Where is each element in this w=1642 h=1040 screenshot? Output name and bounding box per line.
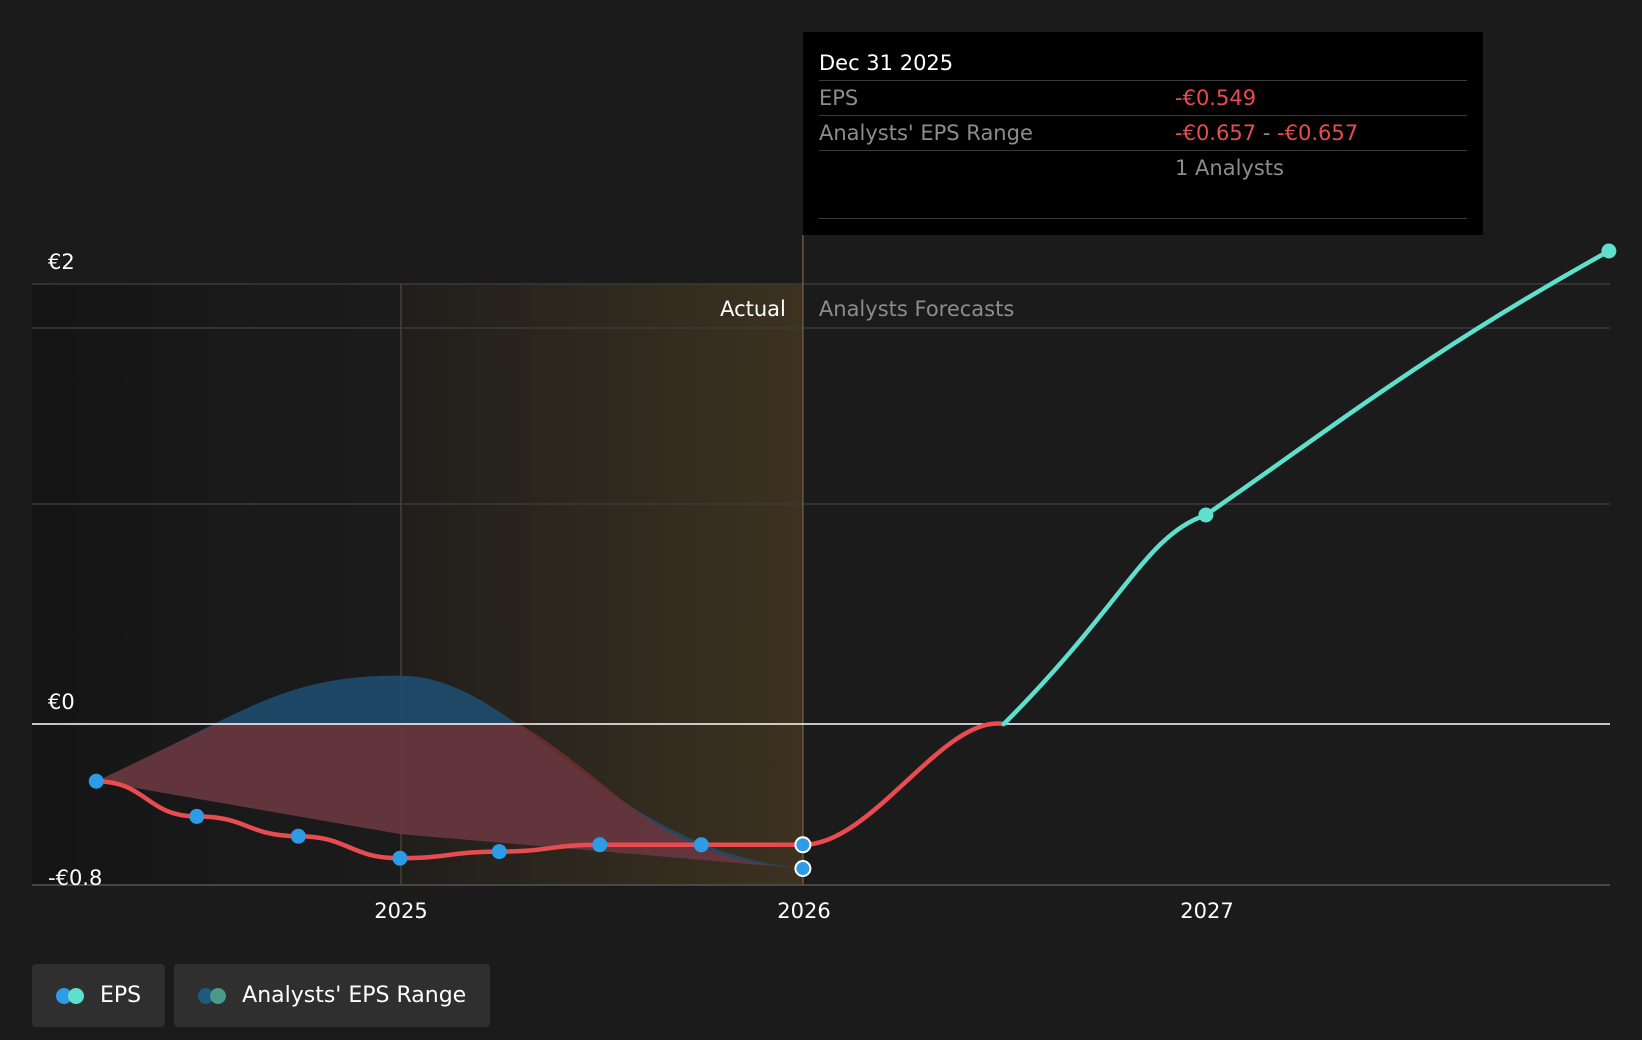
tooltip-eps-value: -€0.549 — [1175, 86, 1257, 110]
x-tick-label-2: 2027 — [1180, 899, 1233, 923]
legend-item-range[interactable]: Analysts' EPS Range — [174, 964, 491, 1027]
tooltip-divider — [819, 218, 1467, 219]
y-tick-label-1: €0 — [48, 690, 75, 714]
tooltip-range-label: Analysts' EPS Range — [819, 121, 1033, 145]
tooltip-range-low: -€0.657 — [1175, 121, 1257, 145]
x-tick-label-0: 2025 — [374, 899, 427, 923]
eps-point-6 — [693, 837, 709, 853]
tooltip-range-values: -€0.657 - -€0.657 — [1175, 116, 1358, 150]
range-point-highlight — [794, 860, 812, 878]
eps-point-0 — [88, 773, 104, 789]
eps-point-5 — [592, 837, 608, 853]
eps-point-4 — [491, 844, 507, 860]
x-tick-label-1: 2026 — [777, 899, 830, 923]
eps-point-1 — [189, 808, 205, 824]
tooltip-range-row: Analysts' EPS Range -€0.657 - -€0.657 — [819, 116, 1467, 151]
section-forecast-label: Analysts Forecasts — [819, 297, 1014, 321]
tooltip-analysts-row: 1 Analysts — [819, 151, 1467, 185]
tooltip-date: Dec 31 2025 — [819, 46, 1467, 81]
eps-point-3 — [392, 850, 408, 866]
legend-range-icon — [198, 987, 228, 1005]
chart-legend: EPS Analysts' EPS Range — [32, 964, 491, 1027]
legend-eps-icon — [56, 987, 86, 1005]
legend-range-label: Analysts' EPS Range — [242, 983, 467, 1008]
legend-eps-label: EPS — [100, 983, 142, 1008]
y-tick-label-0: €2 — [48, 250, 75, 274]
tooltip-eps-label: EPS — [819, 86, 859, 110]
eps-forecast-point-9 — [1601, 243, 1617, 259]
legend-item-eps[interactable]: EPS — [32, 964, 166, 1027]
eps-line-positive — [1001, 248, 1612, 727]
tooltip-range-high: -€0.657 — [1277, 121, 1359, 145]
tooltip-eps-row: EPS -€0.549 — [819, 81, 1467, 116]
section-actual-label: Actual — [720, 297, 786, 321]
tooltip-range-sep: - — [1262, 121, 1271, 145]
eps-point-2 — [290, 828, 306, 844]
eps-point-highlight — [794, 836, 812, 854]
tooltip-analysts-count: 1 Analysts — [1175, 156, 1284, 180]
chart-tooltip: Dec 31 2025 EPS -€0.549 Analysts' EPS Ra… — [803, 32, 1483, 235]
eps-forecast-point-8 — [1198, 507, 1214, 523]
y-tick-label-2: -€0.8 — [48, 866, 102, 890]
tooltip-analysts-spacer — [819, 151, 1175, 185]
